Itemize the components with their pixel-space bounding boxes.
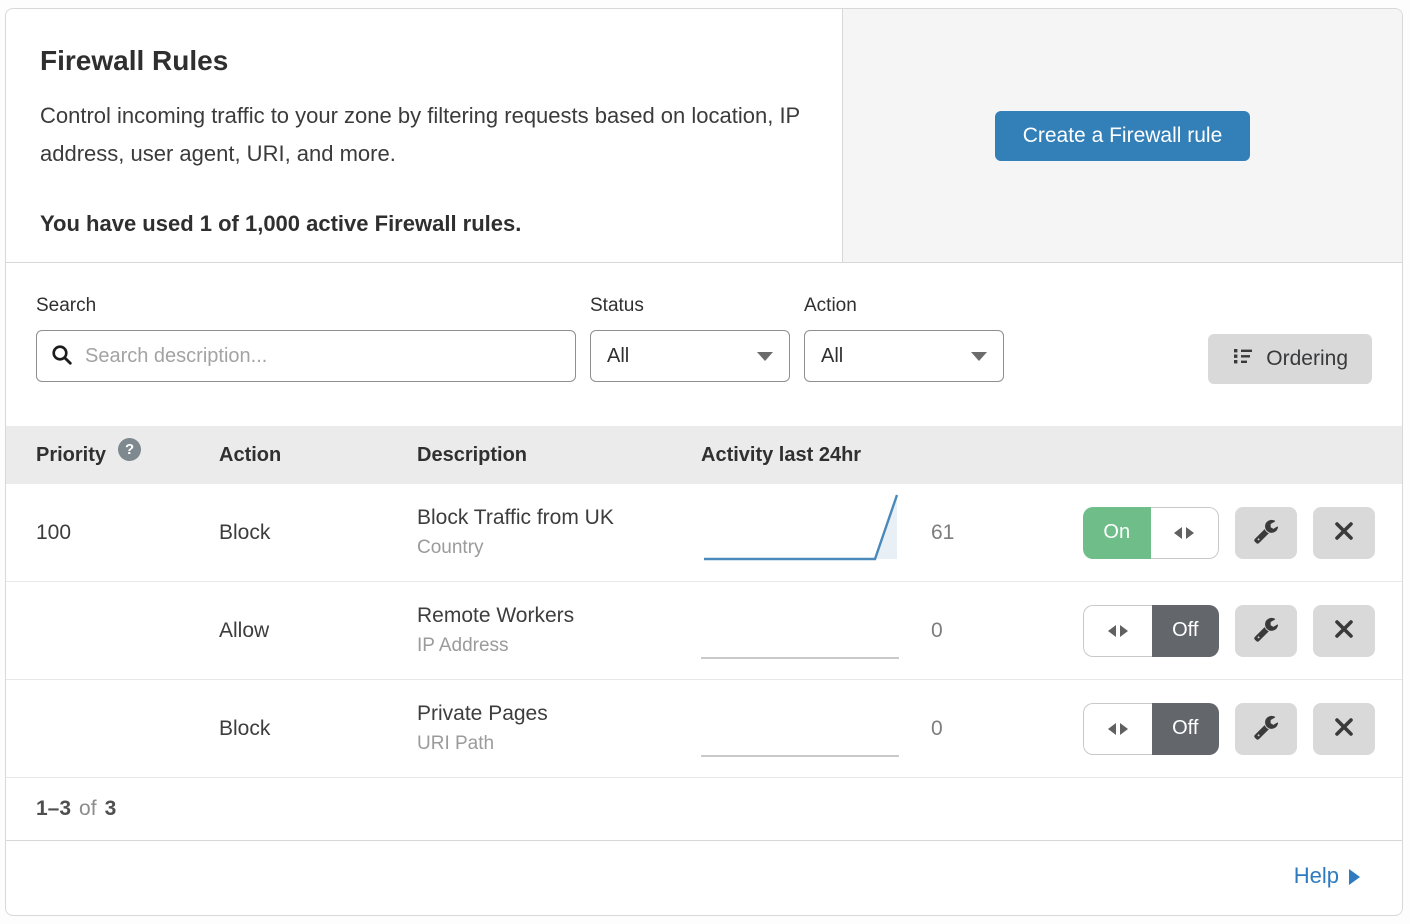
delete-rule-button[interactable]	[1313, 605, 1375, 657]
priority-value: 100	[36, 521, 219, 545]
wrench-icon	[1253, 616, 1279, 645]
rule-match-type: Country	[417, 537, 701, 559]
delete-rule-button[interactable]	[1313, 507, 1375, 559]
column-header-activity: Activity last 24hr	[701, 444, 1402, 467]
search-label: Search	[36, 295, 576, 317]
close-icon	[1333, 716, 1355, 741]
header-action-panel: Create a Firewall rule	[842, 9, 1402, 262]
activity-sparkline	[701, 588, 906, 660]
column-header-description: Description	[417, 444, 701, 467]
search-group: Search	[36, 295, 576, 382]
activity-count: 0	[906, 717, 1001, 741]
close-icon	[1333, 520, 1355, 545]
action-label: Action	[804, 295, 1004, 317]
activity-sparkline	[701, 686, 906, 758]
edit-rule-button[interactable]	[1235, 703, 1297, 755]
toggle-handle	[1083, 605, 1152, 657]
table-header: Priority ? Action Description Activity l…	[6, 426, 1402, 484]
ordering-button[interactable]: Ordering	[1208, 334, 1372, 384]
help-bar: Help	[6, 841, 1402, 911]
edit-rule-button[interactable]	[1235, 507, 1297, 559]
enable-toggle[interactable]: On	[1083, 507, 1219, 559]
toggle-off-segment: Off	[1152, 703, 1220, 755]
toggle-on-segment: On	[1083, 507, 1151, 559]
create-firewall-rule-button[interactable]: Create a Firewall rule	[995, 111, 1251, 161]
rule-description: Remote Workers	[417, 604, 701, 628]
rule-description: Block Traffic from UK	[417, 506, 701, 530]
chevron-down-icon	[971, 352, 987, 361]
action-select[interactable]: All	[804, 330, 1004, 382]
help-link-label: Help	[1294, 863, 1339, 889]
wrench-icon	[1253, 518, 1279, 547]
ordering-list-icon	[1232, 345, 1254, 373]
pagination-bar: 1–3 of 3	[6, 778, 1402, 841]
usage-note: You have used 1 of 1,000 active Firewall…	[40, 211, 808, 237]
header-text-block: Firewall Rules Control incoming traffic …	[6, 9, 842, 262]
ordering-button-label: Ordering	[1266, 347, 1348, 371]
help-link[interactable]: Help	[1294, 863, 1360, 889]
toggle-handle	[1151, 507, 1220, 559]
page-description: Control incoming traffic to your zone by…	[40, 97, 808, 173]
activity-count: 0	[906, 619, 1001, 643]
activity-sparkline	[701, 490, 906, 562]
page-title: Firewall Rules	[40, 45, 808, 77]
drag-handle-icon	[1108, 723, 1128, 735]
status-selected-value: All	[607, 345, 629, 368]
wrench-icon	[1253, 714, 1279, 743]
toggle-handle	[1083, 703, 1152, 755]
help-arrow-icon	[1349, 869, 1360, 885]
table-row: Allow Remote Workers IP Address 0 Off	[6, 582, 1402, 680]
filter-bar: Search Status All Action All	[6, 263, 1402, 426]
pagination-range: 1–3	[36, 797, 71, 821]
toggle-off-segment: Off	[1152, 605, 1220, 657]
drag-handle-icon	[1108, 625, 1128, 637]
search-icon	[51, 344, 73, 371]
search-input[interactable]	[36, 330, 576, 382]
action-value: Block	[219, 521, 417, 545]
enable-toggle[interactable]: Off	[1083, 703, 1219, 755]
header-section: Firewall Rules Control incoming traffic …	[6, 9, 1402, 263]
pagination-total: 3	[105, 797, 117, 821]
action-filter-group: Action All	[804, 295, 1004, 382]
table-row: Block Private Pages URI Path 0 Off	[6, 680, 1402, 778]
rule-match-type: URI Path	[417, 733, 701, 755]
rule-match-type: IP Address	[417, 635, 701, 657]
chevron-down-icon	[757, 352, 773, 361]
edit-rule-button[interactable]	[1235, 605, 1297, 657]
drag-handle-icon	[1174, 527, 1194, 539]
pagination-of: of	[79, 797, 97, 821]
action-value: Allow	[219, 619, 417, 643]
rule-description: Private Pages	[417, 702, 701, 726]
column-header-priority: Priority	[36, 444, 106, 467]
action-selected-value: All	[821, 345, 843, 368]
status-label: Status	[590, 295, 790, 317]
status-filter-group: Status All	[590, 295, 790, 382]
firewall-rules-card: Firewall Rules Control incoming traffic …	[5, 8, 1403, 916]
activity-count: 61	[906, 521, 1001, 545]
column-header-action: Action	[219, 444, 417, 467]
delete-rule-button[interactable]	[1313, 703, 1375, 755]
close-icon	[1333, 618, 1355, 643]
status-select[interactable]: All	[590, 330, 790, 382]
help-circle-icon[interactable]: ?	[118, 438, 141, 461]
action-value: Block	[219, 717, 417, 741]
enable-toggle[interactable]: Off	[1083, 605, 1219, 657]
table-row: 100 Block Block Traffic from UK Country …	[6, 484, 1402, 582]
